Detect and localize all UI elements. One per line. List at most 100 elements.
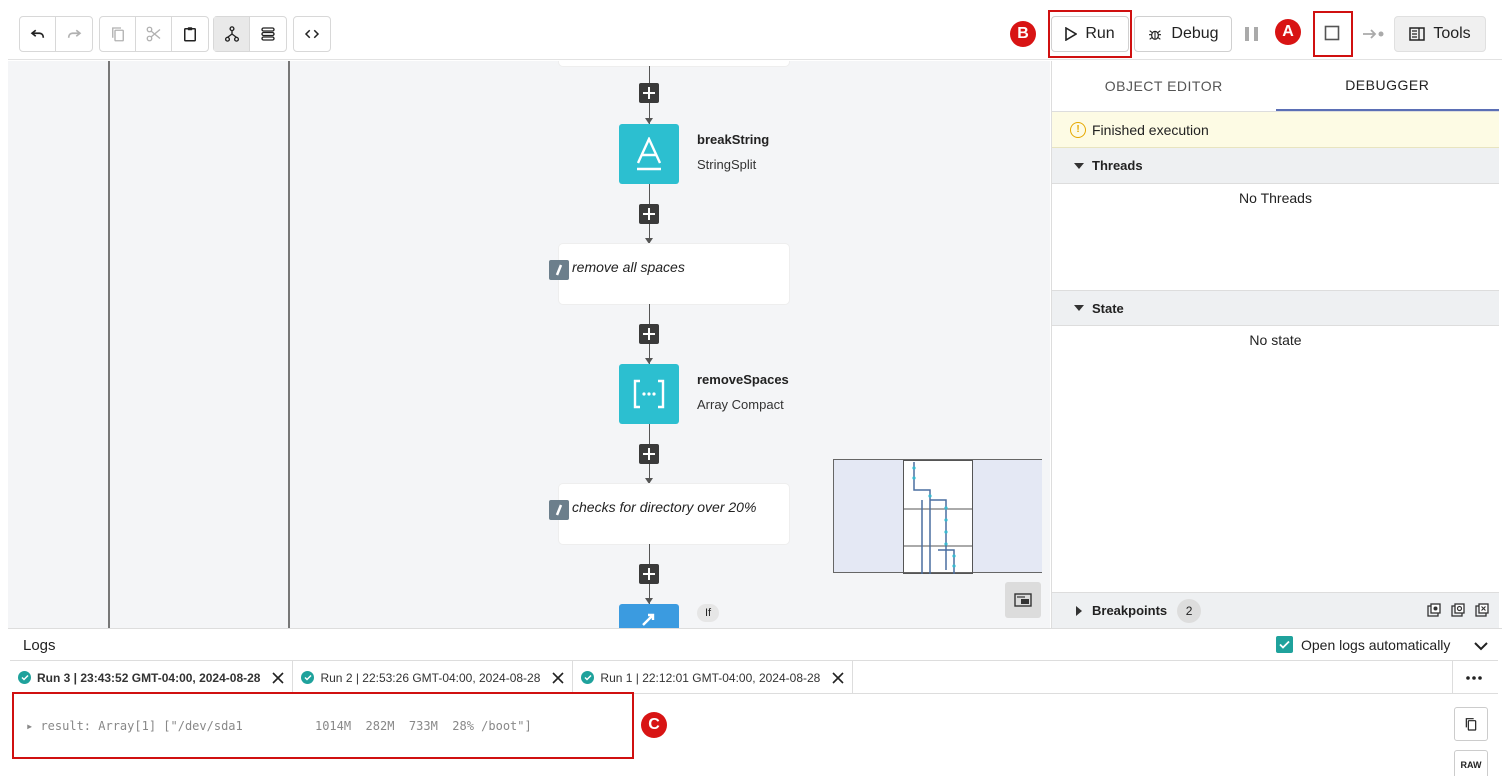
comment-card[interactable]: remove all spaces xyxy=(549,244,789,304)
clipboard-group xyxy=(99,16,209,52)
panel-tabs: OBJECT EDITOR DEBUGGER xyxy=(1052,61,1499,112)
redo-icon xyxy=(67,29,82,38)
open-logs-label: Open logs automatically xyxy=(1301,636,1451,653)
close-icon[interactable] xyxy=(832,671,844,684)
success-icon xyxy=(18,671,31,684)
comment-text: checks for directory over 20% xyxy=(572,499,757,515)
step-over-icon xyxy=(1363,29,1384,39)
enable-breakpoints-icon[interactable] xyxy=(1427,603,1441,617)
clipboard-icon xyxy=(184,27,196,42)
plus-icon xyxy=(643,448,655,460)
copy-icon xyxy=(1465,718,1477,731)
state-header[interactable]: State xyxy=(1052,290,1499,326)
tab-debugger[interactable]: DEBUGGER xyxy=(1275,61,1499,111)
add-step-button[interactable] xyxy=(639,83,659,103)
caret-down-icon xyxy=(1074,162,1084,169)
threads-header[interactable]: Threads xyxy=(1052,148,1499,184)
run-tab-label: Run 1 | 22:12:01 GMT-04:00, 2024-08-28 xyxy=(600,670,821,685)
flow-tree-icon xyxy=(224,26,239,42)
breakstring-node[interactable] xyxy=(619,124,679,184)
run-tab[interactable]: Run 3 | 23:43:52 GMT-04:00, 2024-08-28 xyxy=(10,661,294,694)
run-tab[interactable]: Run 1 | 22:12:01 GMT-04:00, 2024-08-28 xyxy=(573,661,854,694)
text-icon xyxy=(636,137,662,171)
toolbar: B Run Debug A Tools xyxy=(8,8,1502,60)
previous-step-card[interactable] xyxy=(559,61,789,66)
step-button[interactable] xyxy=(1362,26,1386,47)
copy-button[interactable] xyxy=(100,17,136,51)
copy-icon xyxy=(111,27,124,42)
execution-status: ! Finished execution xyxy=(1052,112,1499,148)
remove-breakpoints-icon[interactable] xyxy=(1475,603,1489,617)
undo-icon xyxy=(30,29,44,38)
flow-canvas[interactable]: breakString StringSplit remove all space… xyxy=(8,61,1050,628)
debug-button[interactable]: Debug xyxy=(1134,16,1232,52)
run-tabs: Run 3 | 23:43:52 GMT-04:00, 2024-08-28 R… xyxy=(10,660,1498,694)
code-view-button[interactable] xyxy=(294,17,330,51)
minimap-toggle-button[interactable] xyxy=(1005,582,1041,618)
disable-breakpoints-icon[interactable] xyxy=(1451,603,1465,617)
close-icon[interactable] xyxy=(272,671,285,684)
collapse-logs-button[interactable] xyxy=(1474,638,1488,656)
state-label: State xyxy=(1092,300,1124,316)
annotation-marker-a: A xyxy=(1275,19,1301,45)
array-compact-icon xyxy=(633,379,665,409)
breakpoints-count: 2 xyxy=(1177,598,1202,623)
redo-button[interactable] xyxy=(56,17,92,51)
minimap[interactable] xyxy=(833,459,1042,574)
checkbox-checked-icon[interactable] xyxy=(1276,636,1293,653)
plus-icon xyxy=(643,87,655,99)
run-tab-label: Run 2 | 22:53:26 GMT-04:00, 2024-08-28 xyxy=(320,670,541,685)
breakpoints-label: Breakpoints xyxy=(1092,603,1168,618)
tools-label: Tools xyxy=(1433,25,1471,42)
tools-panel-icon xyxy=(1409,27,1426,41)
node-title: removeSpaces xyxy=(697,372,789,387)
list-view-button[interactable] xyxy=(250,17,286,51)
caret-down-icon xyxy=(1074,305,1084,311)
add-step-button[interactable] xyxy=(639,324,659,344)
open-logs-automatically[interactable]: Open logs automatically xyxy=(1276,636,1450,653)
plus-icon xyxy=(643,208,655,220)
result-highlight xyxy=(12,692,634,759)
add-step-button[interactable] xyxy=(639,444,659,464)
removespaces-node[interactable] xyxy=(619,364,679,424)
minimap-icon xyxy=(1014,593,1032,607)
cut-button[interactable] xyxy=(136,17,172,51)
paste-button[interactable] xyxy=(172,17,208,51)
debug-label: Debug xyxy=(1171,25,1219,42)
raw-view-button[interactable]: RAW xyxy=(1454,750,1488,776)
chevron-down-icon xyxy=(1474,642,1488,651)
if-node[interactable] xyxy=(619,604,679,628)
scissors-icon xyxy=(146,26,160,42)
tools-button[interactable]: Tools xyxy=(1394,16,1486,52)
comment-text: remove all spaces xyxy=(572,259,685,275)
caret-right-icon xyxy=(1076,605,1082,616)
annotation-marker-c: C xyxy=(641,712,667,738)
comment-icon xyxy=(549,500,569,520)
add-step-button[interactable] xyxy=(639,564,659,584)
undo-button[interactable] xyxy=(20,17,56,51)
success-icon xyxy=(301,671,315,684)
if-badge: If xyxy=(697,604,719,622)
tab-object-editor[interactable]: OBJECT EDITOR xyxy=(1052,61,1276,111)
node-subtitle: Array Compact xyxy=(697,397,784,412)
copy-log-button[interactable] xyxy=(1454,707,1488,741)
close-icon[interactable] xyxy=(552,671,564,684)
threads-empty-text: No Threads xyxy=(1239,190,1312,206)
plus-icon xyxy=(643,568,655,580)
state-empty-text: No state xyxy=(1249,332,1302,348)
run-tab[interactable]: Run 2 | 22:53:26 GMT-04:00, 2024-08-28 xyxy=(293,661,574,694)
stack-list-icon xyxy=(261,27,275,41)
state-body: No state xyxy=(1052,326,1499,348)
flow-view-button[interactable] xyxy=(214,17,250,51)
breakpoint-actions xyxy=(1427,603,1489,617)
code-icon xyxy=(304,29,320,39)
breakpoints-header[interactable]: Breakpoints 2 xyxy=(1052,592,1499,628)
logs-title: Logs xyxy=(23,637,56,654)
status-text: Finished execution xyxy=(1092,121,1209,138)
comment-card[interactable]: checks for directory over 20% xyxy=(549,484,789,544)
plus-icon xyxy=(643,328,655,340)
more-options-button[interactable] xyxy=(1452,661,1494,694)
add-step-button[interactable] xyxy=(639,204,659,224)
pause-button[interactable] xyxy=(1244,25,1260,48)
app-root: B Run Debug A Tools breakString StringSp… xyxy=(0,0,1510,776)
